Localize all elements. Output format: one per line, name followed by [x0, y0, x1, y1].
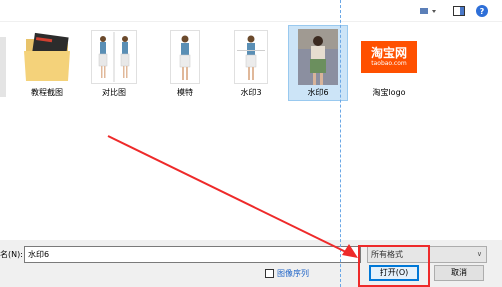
image-thumb-icon [157, 28, 213, 86]
toolbar: ? [0, 0, 502, 22]
image-thumb-icon [86, 28, 142, 86]
partial-item [0, 37, 6, 97]
chevron-down-icon: ∨ [476, 250, 482, 258]
folder-icon [19, 28, 75, 86]
image-thumb-icon: 淘宝网 taobao.com [361, 28, 417, 86]
help-button[interactable]: ? [475, 4, 489, 18]
image-thumb-icon [223, 28, 279, 86]
file-label: 水印3 [240, 88, 262, 97]
filename-input[interactable]: 水印6 [24, 246, 361, 263]
help-icon: ? [476, 5, 488, 17]
logo-subtext: taobao.com [371, 60, 407, 67]
file-label: 教程截图 [31, 88, 63, 97]
list-item[interactable]: 对比图 [81, 26, 147, 104]
preview-pane-icon [453, 6, 465, 16]
image-sequence-label: 图像序列 [277, 269, 309, 278]
file-label: 淘宝logo [372, 88, 406, 97]
image-thumb-icon [292, 28, 344, 86]
list-item[interactable]: 教程截图 [14, 26, 80, 104]
cancel-button[interactable]: 取消 [434, 265, 484, 281]
list-item[interactable]: 淘宝网 taobao.com 淘宝logo [356, 26, 422, 104]
annotation-highlight-box [358, 245, 430, 287]
list-item[interactable]: 水印3 [218, 26, 284, 104]
guide-line [340, 0, 341, 287]
file-label: 水印6 [307, 88, 329, 97]
image-sequence-checkbox[interactable] [265, 269, 274, 278]
preview-pane-button[interactable] [452, 4, 466, 18]
taobao-logo-image: 淘宝网 taobao.com [361, 41, 417, 73]
list-item-selected[interactable]: 水印6 [288, 25, 348, 101]
file-label: 模特 [177, 88, 193, 97]
list-item[interactable]: 模特 [152, 26, 218, 104]
filename-label: 名(N): [0, 250, 23, 259]
file-list: 教程截图 对比图 模特 水印3 水印6 淘宝网 taobao.com 淘宝log… [0, 22, 502, 240]
logo-text: 淘宝网 [370, 46, 407, 60]
file-label: 对比图 [102, 88, 126, 97]
view-icon [420, 8, 436, 14]
view-options-button[interactable] [418, 4, 440, 18]
image-sequence-option[interactable]: 图像序列 [265, 268, 309, 279]
